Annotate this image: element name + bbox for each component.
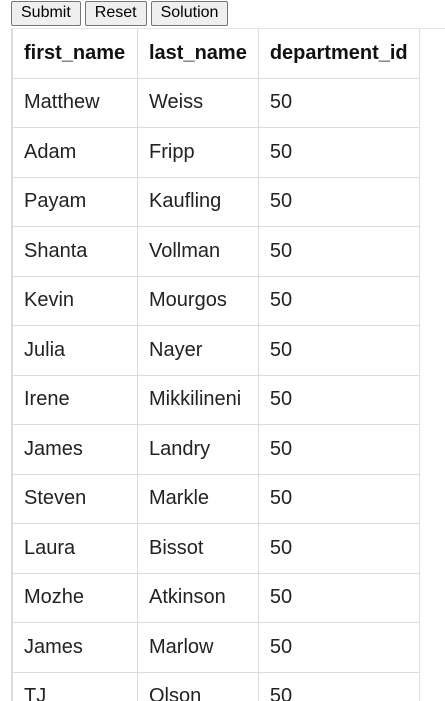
cell-first-name: Steven [13,473,138,524]
cell-last-name: Bissot [137,523,259,574]
cell-first-name: Irene [13,374,138,425]
cell-last-name: Markle [137,473,259,524]
results-body: Matthew Weiss 50 Adam Fripp 50 Payam Kaufling 50… [13,77,420,701]
cell-first-name: TJ [13,671,138,701]
cell-department-id: 50 [257,325,420,376]
cell-department-id: 50 [257,127,420,178]
table-row: Mozhe Atkinson 50 [13,572,420,623]
toolbar: Submit Reset Solution [11,1,229,26]
cell-first-name: Julia [13,325,138,376]
table-row: Irene Mikkilineni 50 [13,374,420,425]
table-row: Steven Markle 50 [13,473,420,524]
table-row: James Landry 50 [13,424,420,475]
table-row: Adam Fripp 50 [13,127,420,178]
cell-department-id: 50 [257,374,420,425]
cell-first-name: James [13,424,138,475]
cell-department-id: 50 [257,77,420,128]
results-panel[interactable]: first_name last_name department_id Matth… [11,28,445,701]
cell-last-name: Atkinson [137,572,259,623]
cell-first-name: Adam [13,127,138,178]
solution-button[interactable]: Solution [150,1,229,26]
cell-first-name: Matthew [13,77,138,128]
cell-first-name: James [13,622,138,673]
cell-last-name: Fripp [137,127,259,178]
cell-last-name: Mikkilineni [137,374,259,425]
table-row: Matthew Weiss 50 [13,77,420,128]
cell-department-id: 50 [257,424,420,475]
results-table: first_name last_name department_id Matth… [13,29,420,701]
cell-department-id: 50 [257,473,420,524]
cell-department-id: 50 [257,671,420,701]
cell-last-name: Weiss [137,77,259,128]
table-row: TJ Olson 50 [13,671,420,701]
cell-last-name: Landry [137,424,259,475]
cell-department-id: 50 [257,622,420,673]
cell-last-name: Mourgos [137,275,259,326]
cell-first-name: Payam [13,176,138,227]
table-row: Shanta Vollman 50 [13,226,420,277]
table-row: Kevin Mourgos 50 [13,275,420,326]
cell-last-name: Olson [137,671,259,701]
table-row: James Marlow 50 [13,622,420,673]
cell-last-name: Vollman [137,226,259,277]
cell-department-id: 50 [257,572,420,623]
cell-last-name: Marlow [137,622,259,673]
cell-first-name: Shanta [13,226,138,277]
cell-department-id: 50 [257,523,420,574]
cell-department-id: 50 [257,226,420,277]
column-header-last-name: last_name [137,29,259,79]
table-row: Payam Kaufling 50 [13,176,420,227]
column-header-department-id: department_id [257,29,420,79]
cell-department-id: 50 [257,176,420,227]
cell-department-id: 50 [257,275,420,326]
reset-button[interactable]: Reset [84,1,147,26]
table-row: Laura Bissot 50 [13,523,420,574]
table-row: Julia Nayer 50 [13,325,420,376]
cell-first-name: Kevin [13,275,138,326]
cell-last-name: Kaufling [137,176,259,227]
cell-first-name: Mozhe [13,572,138,623]
column-header-first-name: first_name [13,29,138,79]
cell-first-name: Laura [13,523,138,574]
cell-last-name: Nayer [137,325,259,376]
header-row: first_name last_name department_id [13,29,420,79]
submit-button[interactable]: Submit [11,1,81,26]
